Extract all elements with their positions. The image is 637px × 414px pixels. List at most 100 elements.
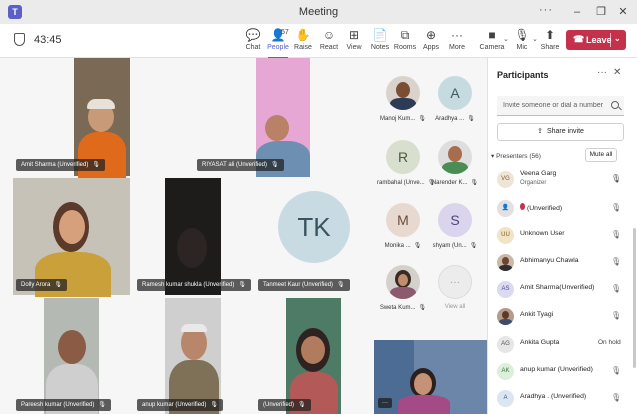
camera-button[interactable]: ■ Camera bbox=[479, 28, 505, 56]
notes-button[interactable]: 📄 Notes bbox=[367, 28, 393, 56]
restore-button[interactable]: ❐ bbox=[592, 3, 610, 21]
mic-muted-icon: 🎙 bbox=[470, 180, 479, 186]
hand-icon: ✋ bbox=[295, 28, 311, 42]
participant-row[interactable]: AS Amit Sharma(Unverified) 🎙 bbox=[497, 278, 627, 300]
participant-name-label: Dolly Arora 🎙 bbox=[16, 279, 67, 291]
participant-gallery: Manoj Kum... 🎙 A Aradhya ... 🎙 R rambahal … bbox=[375, 58, 487, 340]
participant-row[interactable]: AK anup kumar (Unverified) 🎙 bbox=[497, 360, 627, 382]
avatar: A bbox=[438, 76, 472, 110]
avatar: M bbox=[386, 203, 420, 237]
participant-name-label: Tanmeet Kaur (Unverified) 🎙 bbox=[258, 279, 350, 291]
gallery-tile[interactable]: Sweta Kum... 🎙 bbox=[377, 265, 429, 311]
video-feed[interactable] bbox=[165, 298, 221, 414]
more-icon[interactable]: ··· bbox=[378, 398, 392, 408]
participant-row[interactable]: 👤 (Unverified) 🎙 bbox=[497, 197, 627, 219]
share-button[interactable]: ⬆ Share bbox=[537, 28, 563, 56]
more-icon: ··· bbox=[451, 28, 463, 42]
mic-muted-icon: 🎙 bbox=[469, 243, 478, 249]
video-feed[interactable] bbox=[286, 298, 341, 414]
camera-chevron-icon[interactable]: ⌄ bbox=[503, 35, 509, 43]
avatar: R bbox=[386, 140, 420, 174]
recording-icon bbox=[520, 203, 525, 210]
avatar: S bbox=[438, 203, 472, 237]
apps-icon: ⊕ bbox=[425, 28, 437, 42]
mic-muted-icon: 🎙 bbox=[271, 162, 279, 168]
chat-icon: 💬 bbox=[245, 28, 261, 42]
leave-button[interactable]: ☎ Leave ⌄ bbox=[566, 30, 626, 50]
participant-row[interactable]: A Aradhya . (Unverified) 🎙 bbox=[497, 387, 627, 409]
mic-muted-icon: 🎙 bbox=[337, 282, 345, 288]
chat-button[interactable]: 💬 Chat bbox=[240, 28, 266, 56]
rooms-button[interactable]: ⧉ Rooms bbox=[392, 28, 418, 56]
minimize-button[interactable]: – bbox=[568, 3, 586, 21]
mic-muted-icon: 🎙 bbox=[611, 393, 622, 402]
people-button[interactable]: 👤 57 People bbox=[265, 28, 291, 59]
gallery-tile[interactable]: A Aradhya ... 🎙 bbox=[429, 76, 481, 122]
avatar bbox=[497, 254, 514, 271]
participant-row[interactable]: VG Veena Garg Organizer 🎙 bbox=[497, 168, 627, 190]
notes-icon: 📄 bbox=[372, 28, 388, 42]
participant-row[interactable]: Ankit Tyagi 🎙 bbox=[497, 305, 627, 327]
gallery-tile[interactable]: Narender K... 🎙 bbox=[429, 140, 481, 186]
participant-row[interactable]: UU Unknown User 🎙 bbox=[497, 224, 627, 246]
gallery-tile[interactable]: S shyam (Un... 🎙 bbox=[429, 203, 481, 249]
gallery-tile[interactable]: M Monika ... 🎙 bbox=[377, 203, 429, 249]
mic-muted-icon: 🎙 bbox=[98, 402, 106, 408]
rooms-icon: ⧉ bbox=[400, 28, 410, 42]
smiley-icon: ☺ bbox=[322, 28, 336, 42]
participant-row[interactable]: Abhimanyu Chawla 🎙 bbox=[497, 251, 627, 273]
more-options-icon[interactable]: ··· bbox=[539, 4, 553, 16]
presenters-section-toggle[interactable]: ▾ Presenters (56) bbox=[491, 152, 541, 160]
mic-muted-icon: 🎙 bbox=[418, 116, 426, 122]
gallery-tile[interactable]: Manoj Kum... 🎙 bbox=[377, 76, 429, 122]
share-icon: ⬆ bbox=[544, 28, 556, 42]
react-button[interactable]: ☺ React bbox=[316, 28, 342, 56]
mic-muted-icon: 🎙 bbox=[467, 116, 475, 122]
person-icon: 👤 bbox=[497, 200, 514, 217]
participant-row[interactable]: AG Ankita Gupta On hold bbox=[497, 333, 627, 355]
share-invite-button[interactable]: ⇪ Share invite bbox=[497, 123, 624, 141]
close-window-button[interactable]: ✕ bbox=[614, 3, 632, 21]
search-icon bbox=[611, 101, 619, 109]
gallery-tile[interactable]: R rambahal (Unve... 🎙 bbox=[377, 140, 435, 186]
status-badge: On hold bbox=[598, 339, 621, 346]
view-all-button[interactable]: ··· View all bbox=[429, 265, 481, 310]
scrollbar[interactable] bbox=[633, 228, 636, 368]
more-options-icon[interactable]: ··· bbox=[597, 67, 607, 78]
self-video[interactable]: ··· bbox=[374, 340, 487, 414]
grid-icon: ⊞ bbox=[348, 28, 360, 42]
more-icon: ··· bbox=[438, 265, 472, 299]
apps-button[interactable]: ⊕ Apps bbox=[418, 28, 444, 56]
participants-pane: Participants ··· ✕ ⇪Share invite ▾ Prese… bbox=[487, 58, 637, 414]
raise-hand-button[interactable]: ✋ Raise bbox=[290, 28, 316, 56]
participant-avatar[interactable]: TK bbox=[278, 191, 350, 263]
avatar: AS bbox=[497, 281, 514, 298]
shield-icon bbox=[14, 33, 25, 46]
leave-chevron-icon[interactable]: ⌄ bbox=[614, 34, 621, 43]
avatar: AG bbox=[497, 336, 514, 353]
title-bar: T Meeting ··· – ❐ ✕ bbox=[0, 0, 637, 24]
participant-name-label: (Unverified) 🎙 bbox=[258, 399, 311, 411]
view-button[interactable]: ⊞ View bbox=[341, 28, 367, 56]
video-feed[interactable] bbox=[44, 298, 99, 414]
participant-name-label: Ramesh kumar shukla (Unverified) 🎙 bbox=[137, 279, 251, 291]
mute-all-button[interactable]: Mute all bbox=[585, 148, 617, 162]
mic-muted-icon: 🎙 bbox=[418, 305, 427, 311]
pane-title: Participants bbox=[497, 70, 549, 80]
video-feed[interactable] bbox=[13, 178, 130, 297]
close-icon[interactable]: ✕ bbox=[613, 67, 621, 78]
avatar: VG bbox=[497, 171, 514, 188]
more-button[interactable]: ··· More bbox=[444, 28, 470, 56]
video-feed[interactable] bbox=[165, 178, 221, 295]
mic-muted-icon: 🎙 bbox=[413, 243, 422, 249]
avatar: AK bbox=[497, 363, 514, 380]
mic-icon: 🎙 bbox=[611, 174, 622, 183]
meeting-timer: 43:45 bbox=[34, 34, 62, 46]
meeting-toolbar: 43:45 💬 Chat 👤 57 People ✋ Raise ☺ React… bbox=[0, 24, 637, 59]
mic-muted-icon: 🎙 bbox=[611, 311, 622, 320]
mic-muted-icon: 🎙 bbox=[92, 162, 100, 168]
mic-muted-icon: 🎙 bbox=[611, 366, 622, 375]
invite-input[interactable] bbox=[497, 96, 624, 116]
mic-muted-icon: 🎙 bbox=[611, 203, 622, 212]
camera-icon: ■ bbox=[488, 28, 496, 42]
